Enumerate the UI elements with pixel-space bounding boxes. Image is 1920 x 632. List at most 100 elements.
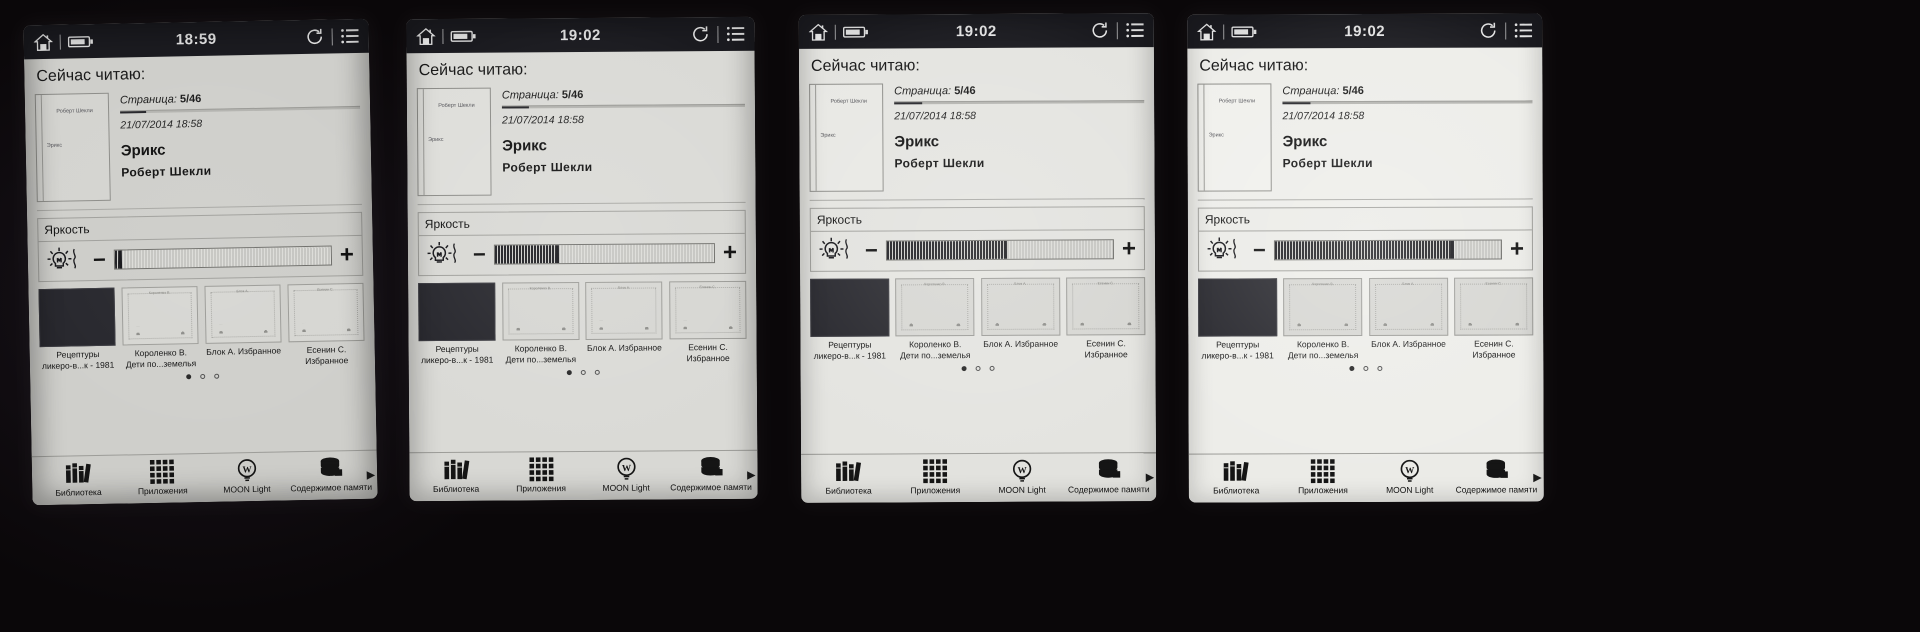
shelf-book-4[interactable]: Есенин С. Есенин С. Избранное (287, 282, 365, 367)
home-icon[interactable] (416, 27, 436, 45)
brightness-decrease-button[interactable]: − (1253, 237, 1266, 262)
nav-item-moonlight[interactable]: W MOON Light (1366, 459, 1453, 496)
brightness-increase-button[interactable]: + (1510, 235, 1524, 262)
nav-item-moonlight[interactable]: W MOON Light (583, 457, 668, 494)
shelf-book-2[interactable]: Короленко В. Короленко В. Дети по...земе… (501, 282, 580, 365)
brightness-slider[interactable] (885, 239, 1114, 261)
shelf-book-2[interactable]: Короленко В. Короленко В. Дети по...земе… (895, 278, 975, 361)
nav-item-apps[interactable]: Приложения (120, 459, 205, 497)
book-cover[interactable]: Роберт Шекли Эрикс (416, 87, 492, 197)
page-dot-3[interactable] (594, 370, 600, 376)
nav-item-apps[interactable]: Приложения (1279, 459, 1366, 496)
shelf-book-3[interactable]: Блок А. Блок А. Избранное (980, 277, 1060, 361)
nav-item-library[interactable]: Библиотека (1193, 460, 1280, 497)
now-reading-card[interactable]: Роберт Шекли Эрикс Страница: 5/46 21/07/… (809, 82, 1145, 201)
page-dot-2[interactable] (975, 366, 981, 372)
refresh-icon[interactable] (1479, 22, 1497, 40)
shelf-book-2[interactable]: Короленко В. Короленко В. Дети по...земе… (1283, 278, 1363, 361)
book-line2: Избранное (1084, 348, 1128, 360)
refresh-icon[interactable] (1091, 21, 1109, 39)
shelf-book-1[interactable]: Рецептуры ликеро-в...к - 1981 (418, 282, 496, 366)
page-dot-2[interactable] (200, 374, 206, 380)
now-reading-card[interactable]: Роберт Шекли Эрикс Страница: 5/46 21/07/… (1197, 82, 1533, 201)
nav-item-storage[interactable]: Содержимое памяти (1453, 459, 1540, 496)
shelf-book-1[interactable]: Рецептуры ликеро-в...к - 1981 (810, 278, 890, 361)
reading-progress-bar[interactable] (1282, 100, 1533, 105)
slider-knob[interactable] (556, 245, 560, 264)
menu-list-icon[interactable] (726, 26, 745, 42)
brightness-slider[interactable] (113, 245, 333, 270)
brightness-decrease-button[interactable]: − (473, 242, 486, 267)
brightness-increase-button[interactable]: + (723, 239, 737, 266)
brightness-increase-button[interactable]: + (1122, 235, 1136, 262)
shelf-page-dots[interactable] (1198, 366, 1533, 372)
nav-item-apps[interactable]: Приложения (498, 457, 583, 494)
page-dot-1[interactable] (961, 366, 967, 372)
shelf-book-3[interactable]: Блок А. Блок А. Избранное (204, 284, 282, 368)
book-cover[interactable]: Роберт Шекли Эрикс (809, 83, 884, 192)
page-dot-3[interactable] (1377, 366, 1383, 372)
brightness-decrease-button[interactable]: − (865, 238, 878, 263)
page-dot-2[interactable] (580, 370, 586, 376)
shelf-book-1[interactable]: Рецептуры ликеро-в...к - 1981 (1198, 278, 1277, 361)
refresh-icon[interactable] (691, 25, 709, 43)
status-separator (1223, 23, 1225, 39)
nav-item-moonlight[interactable]: W MOON Light (204, 458, 289, 496)
nav-item-storage[interactable]: Содержимое памяти (668, 456, 753, 493)
book-line1: Короленко В. (1296, 339, 1350, 350)
shelf-page-dots[interactable] (419, 369, 747, 376)
shelf-book-1[interactable]: Рецептуры ликеро-в...к - 1981 (38, 287, 116, 372)
home-icon[interactable] (33, 33, 53, 51)
brightness-increase-button[interactable]: + (340, 241, 355, 268)
last-read-date: 21/07/2014 18:58 (894, 110, 977, 123)
slider-knob[interactable] (1451, 240, 1455, 259)
page-dot-2[interactable] (1363, 366, 1369, 372)
books-library-icon (66, 463, 91, 484)
book-cover[interactable]: Роберт Шекли Эрикс (34, 92, 111, 203)
home-icon[interactable] (808, 23, 828, 41)
page-dot-1[interactable] (186, 374, 192, 380)
page-dot-3[interactable] (214, 373, 220, 380)
slider-knob[interactable] (118, 250, 123, 269)
shelf-book-2[interactable]: Короленко В. Короленко В. Дети по...земе… (121, 286, 199, 370)
nav-item-apps[interactable]: Приложения (892, 459, 979, 496)
book-thumbnail: Блок А. (585, 281, 663, 340)
refresh-icon[interactable] (306, 28, 324, 46)
reading-progress-bar[interactable] (894, 100, 1145, 105)
slider-knob[interactable] (1004, 240, 1008, 259)
now-reading-card[interactable]: Роберт Шекли Эрикс Страница: 5/46 21/07/… (416, 85, 746, 206)
shelf-page-dots[interactable] (811, 365, 1146, 372)
page-dot-1[interactable] (1349, 366, 1355, 372)
menu-list-icon[interactable] (1514, 22, 1533, 38)
shelf-page-dots[interactable] (40, 371, 365, 382)
page-dot-1[interactable] (566, 370, 572, 376)
nav-item-storage[interactable]: Содержимое памяти (289, 456, 374, 494)
brightness-slider[interactable] (1273, 239, 1502, 261)
nav-more-arrow[interactable]: ▶ (747, 468, 756, 481)
nav-item-library[interactable]: Библиотека (36, 461, 121, 499)
book-cover[interactable]: Роберт Шекли Эрикс (1197, 83, 1272, 192)
nav-more-arrow[interactable]: ▶ (1146, 471, 1155, 484)
reading-progress-bar[interactable] (120, 105, 361, 114)
menu-list-icon[interactable] (1126, 22, 1144, 38)
nav-more-arrow[interactable]: ▶ (1533, 471, 1542, 484)
shelf-book-4[interactable]: Есенин С. Есенин С. Избранное (1066, 277, 1146, 360)
shelf-book-4[interactable]: Есенин С. Есенин С. Избранное (1454, 277, 1534, 360)
nav-item-moonlight[interactable]: W MOON Light (979, 459, 1066, 496)
shelf-book-3[interactable]: Блок А. Блок А. Избранное (1368, 277, 1448, 361)
nav-item-library[interactable]: Библиотека (805, 460, 892, 497)
page-dot-3[interactable] (989, 366, 995, 372)
shelf-book-4[interactable]: Есенин С. Есенин С. Избранное (669, 280, 747, 364)
book-author: Роберт Шекли (894, 155, 985, 171)
home-icon[interactable] (1197, 23, 1217, 40)
reading-progress-bar[interactable] (501, 103, 745, 109)
menu-list-icon[interactable] (341, 28, 359, 44)
nav-item-library[interactable]: Библиотека (413, 458, 498, 495)
nav-more-arrow[interactable]: ▶ (367, 468, 376, 481)
shelf-book-3[interactable]: Блок А. Блок А. Избранное (585, 281, 663, 364)
brightness-slider[interactable] (493, 243, 716, 265)
brightness-decrease-button[interactable]: − (93, 247, 106, 272)
now-reading-card[interactable]: Роберт Шекли Эрикс Страница: 5/46 21/07/… (34, 87, 362, 212)
nav-item-storage[interactable]: Содержимое памяти (1065, 458, 1152, 495)
cover-title: Эрикс (1208, 132, 1224, 139)
